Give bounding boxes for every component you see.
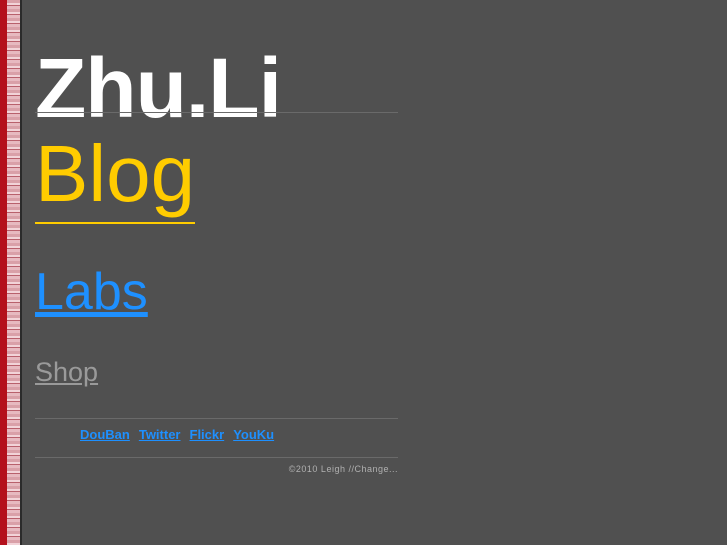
social-link-youku[interactable]: YouKu bbox=[233, 427, 274, 445]
social-link-twitter[interactable]: Twitter bbox=[139, 427, 181, 445]
nav-link-blog[interactable]: Blog bbox=[35, 126, 196, 224]
social-divider-top bbox=[35, 418, 398, 419]
title-divider bbox=[35, 112, 398, 113]
strip-dark-edge bbox=[20, 0, 22, 545]
nav-link-shop[interactable]: Shop bbox=[35, 355, 98, 389]
nav-link-labs[interactable]: Labs bbox=[35, 262, 148, 322]
social-link-flickr[interactable]: Flickr bbox=[190, 427, 225, 445]
site-title: Zhu.Li bbox=[35, 41, 282, 135]
page: Zhu.Li Blog Labs Shop DouBan Twitter Fli… bbox=[0, 0, 727, 545]
strip-red-edge bbox=[0, 0, 7, 545]
footer-copyright: ©2010 Leigh //Change... bbox=[288, 464, 398, 474]
social-links: DouBan Twitter Flickr YouKu bbox=[80, 427, 274, 445]
decorative-side-strip bbox=[0, 0, 22, 545]
social-link-douban[interactable]: DouBan bbox=[80, 427, 130, 445]
social-divider-bottom bbox=[35, 457, 398, 458]
